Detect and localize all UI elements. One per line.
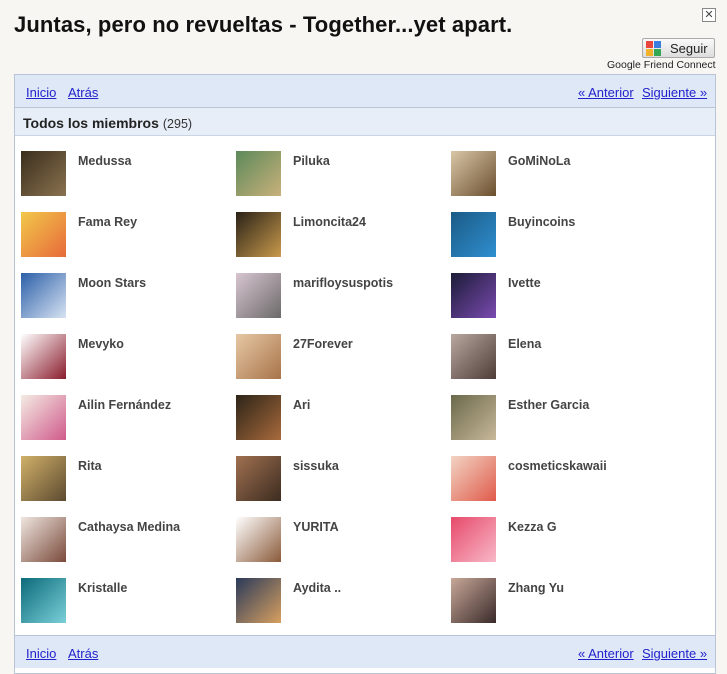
page-title: Juntas, pero no revueltas - Together...y…: [14, 12, 513, 37]
follow-label: Seguir: [670, 40, 708, 56]
member-item[interactable]: Mevyko: [21, 334, 231, 384]
home-link[interactable]: Inicio: [26, 646, 56, 661]
google-icon: [646, 40, 661, 56]
follow-button[interactable]: Seguir: [642, 38, 715, 58]
bottom-navbar: Inicio Atrás « Anterior Siguiente »: [15, 635, 715, 668]
section-title: Todos los miembros: [23, 115, 159, 131]
member-avatar[interactable]: [21, 578, 66, 623]
member-item[interactable]: GoMiNoLa: [451, 151, 661, 201]
member-avatar[interactable]: [236, 151, 281, 196]
member-avatar[interactable]: [236, 456, 281, 501]
member-name[interactable]: Ari: [293, 398, 310, 412]
member-avatar[interactable]: [236, 517, 281, 562]
member-name[interactable]: YURITA: [293, 520, 339, 534]
member-name[interactable]: Fama Rey: [78, 215, 137, 229]
member-avatar[interactable]: [21, 395, 66, 440]
home-link[interactable]: Inicio: [26, 85, 56, 100]
member-name[interactable]: Limoncita24: [293, 215, 366, 229]
member-item[interactable]: Ari: [236, 395, 446, 445]
member-item[interactable]: cosmeticskawaii: [451, 456, 661, 506]
member-name[interactable]: Buyincoins: [508, 215, 575, 229]
member-avatar[interactable]: [451, 578, 496, 623]
member-name[interactable]: 27Forever: [293, 337, 353, 351]
close-icon[interactable]: ✕: [702, 8, 716, 22]
member-name[interactable]: Medussa: [78, 154, 132, 168]
member-name[interactable]: sissuka: [293, 459, 339, 473]
member-avatar[interactable]: [451, 456, 496, 501]
member-item[interactable]: Ivette: [451, 273, 661, 323]
member-item[interactable]: 27Forever: [236, 334, 446, 384]
back-link[interactable]: Atrás: [68, 646, 98, 661]
member-name[interactable]: marifloysuspotis: [293, 276, 393, 290]
member-item[interactable]: Rita: [21, 456, 231, 506]
member-avatar[interactable]: [451, 273, 496, 318]
member-name[interactable]: Mevyko: [78, 337, 124, 351]
back-link[interactable]: Atrás: [68, 85, 98, 100]
member-name[interactable]: GoMiNoLa: [508, 154, 571, 168]
member-item[interactable]: Kristalle: [21, 578, 231, 628]
gfc-caption: Google Friend Connect: [607, 59, 716, 71]
member-avatar[interactable]: [21, 151, 66, 196]
member-item[interactable]: Elena: [451, 334, 661, 384]
member-avatar[interactable]: [236, 395, 281, 440]
member-avatar[interactable]: [236, 334, 281, 379]
member-name[interactable]: Aydita ..: [293, 581, 341, 595]
member-name[interactable]: Cathaysa Medina: [78, 520, 180, 534]
prev-link[interactable]: « Anterior: [578, 646, 634, 661]
member-item[interactable]: Medussa: [21, 151, 231, 201]
member-item[interactable]: Piluka: [236, 151, 446, 201]
member-item[interactable]: YURITA: [236, 517, 446, 567]
member-name[interactable]: Zhang Yu: [508, 581, 564, 595]
section-header: Todos los miembros (295): [15, 108, 715, 136]
member-item[interactable]: Cathaysa Medina: [21, 517, 231, 567]
member-avatar[interactable]: [451, 212, 496, 257]
member-item[interactable]: Esther Garcia: [451, 395, 661, 445]
member-avatar[interactable]: [21, 456, 66, 501]
next-link[interactable]: Siguiente »: [642, 646, 707, 661]
member-avatar[interactable]: [236, 212, 281, 257]
member-count: (295): [162, 117, 193, 131]
member-item[interactable]: marifloysuspotis: [236, 273, 446, 323]
member-item[interactable]: Kezza G: [451, 517, 661, 567]
member-name[interactable]: Ivette: [508, 276, 541, 290]
member-name[interactable]: Moon Stars: [78, 276, 146, 290]
member-name[interactable]: Esther Garcia: [508, 398, 589, 412]
top-navbar: Inicio Atrás « Anterior Siguiente »: [15, 75, 715, 108]
member-name[interactable]: Ailin Fernández: [78, 398, 171, 412]
member-avatar[interactable]: [451, 395, 496, 440]
member-name[interactable]: Piluka: [293, 154, 330, 168]
member-avatar[interactable]: [236, 273, 281, 318]
member-item[interactable]: Zhang Yu: [451, 578, 661, 628]
member-avatar[interactable]: [451, 151, 496, 196]
member-avatar[interactable]: [21, 273, 66, 318]
member-item[interactable]: Limoncita24: [236, 212, 446, 262]
member-item[interactable]: Moon Stars: [21, 273, 231, 323]
member-name[interactable]: cosmeticskawaii: [508, 459, 607, 473]
member-name[interactable]: Rita: [78, 459, 102, 473]
member-item[interactable]: Fama Rey: [21, 212, 231, 262]
member-avatar[interactable]: [21, 212, 66, 257]
member-avatar[interactable]: [21, 334, 66, 379]
member-avatar[interactable]: [451, 334, 496, 379]
member-item[interactable]: Aydita ..: [236, 578, 446, 628]
member-avatar[interactable]: [451, 517, 496, 562]
member-avatar[interactable]: [21, 517, 66, 562]
member-item[interactable]: sissuka: [236, 456, 446, 506]
next-link[interactable]: Siguiente »: [642, 85, 707, 100]
member-name[interactable]: Elena: [508, 337, 541, 351]
member-name[interactable]: Kezza G: [508, 520, 557, 534]
member-item[interactable]: Buyincoins: [451, 212, 661, 262]
member-avatar[interactable]: [236, 578, 281, 623]
prev-link[interactable]: « Anterior: [578, 85, 634, 100]
members-panel: Inicio Atrás « Anterior Siguiente » Todo…: [14, 74, 716, 674]
member-name[interactable]: Kristalle: [78, 581, 127, 595]
member-item[interactable]: Ailin Fernández: [21, 395, 231, 445]
